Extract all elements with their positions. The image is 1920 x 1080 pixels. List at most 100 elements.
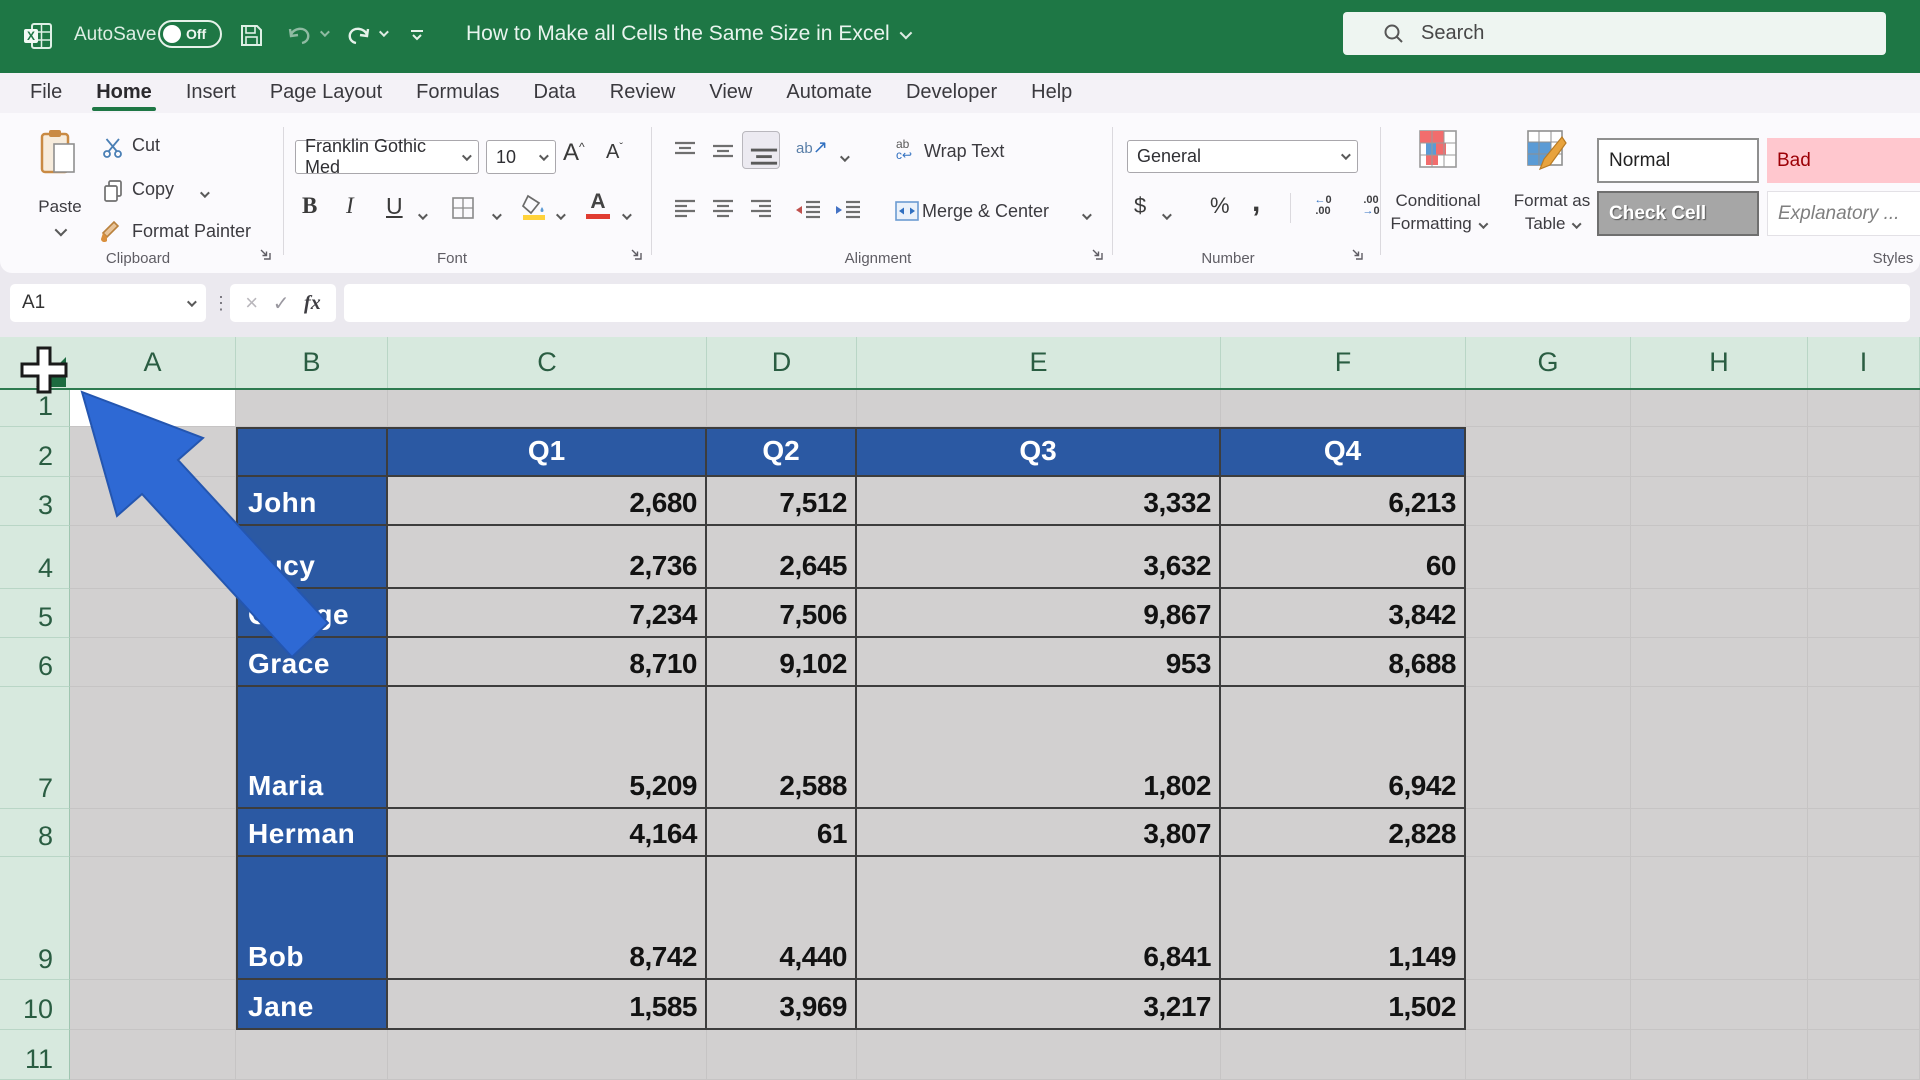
cell-I8[interactable] xyxy=(1808,809,1920,857)
cell-F8[interactable]: 2,828 xyxy=(1221,809,1466,857)
italic-button[interactable]: I xyxy=(346,193,354,219)
tab-insert[interactable]: Insert xyxy=(186,73,236,113)
cell-I7[interactable] xyxy=(1808,687,1920,809)
top-align-icon[interactable] xyxy=(672,139,698,168)
cell-A9[interactable] xyxy=(70,857,236,980)
cell-G9[interactable] xyxy=(1466,857,1631,980)
cell-D8[interactable]: 61 xyxy=(707,809,857,857)
cell-B8[interactable]: Herman xyxy=(236,809,388,857)
cell-E7[interactable]: 1,802 xyxy=(857,687,1221,809)
tab-help[interactable]: Help xyxy=(1031,73,1072,113)
underline-button[interactable]: U xyxy=(386,193,403,220)
column-header-B[interactable]: B xyxy=(236,337,388,388)
row-header-2[interactable]: 2 xyxy=(0,427,70,477)
cell-B5[interactable]: George xyxy=(236,589,388,638)
cell-C1[interactable] xyxy=(388,390,707,427)
tab-review[interactable]: Review xyxy=(610,73,676,113)
conditional-formatting-button[interactable]: Conditional Formatting xyxy=(1391,189,1489,235)
cell-F11[interactable] xyxy=(1221,1030,1466,1080)
cell-A5[interactable] xyxy=(70,589,236,638)
cell-D1[interactable] xyxy=(707,390,857,427)
cell-G2[interactable] xyxy=(1466,427,1631,477)
cell-D10[interactable]: 3,969 xyxy=(707,980,857,1030)
row-header-7[interactable]: 7 xyxy=(0,687,70,809)
conditional-formatting-icon[interactable] xyxy=(1418,129,1458,174)
cell-H2[interactable] xyxy=(1631,427,1808,477)
copy-label[interactable]: Copy xyxy=(132,179,174,200)
cell-C8[interactable]: 4,164 xyxy=(388,809,707,857)
cell-G8[interactable] xyxy=(1466,809,1631,857)
cell-A6[interactable] xyxy=(70,638,236,687)
row-header-9[interactable]: 9 xyxy=(0,857,70,980)
format-as-table-icon[interactable] xyxy=(1526,129,1568,176)
cell-G11[interactable] xyxy=(1466,1030,1631,1080)
font-size-combo[interactable]: 10 xyxy=(486,140,556,174)
cell-A3[interactable] xyxy=(70,477,236,526)
cell-I6[interactable] xyxy=(1808,638,1920,687)
row-header-4[interactable]: 4 xyxy=(0,526,70,589)
cell-H5[interactable] xyxy=(1631,589,1808,638)
middle-align-icon[interactable] xyxy=(710,139,736,168)
cell-I2[interactable] xyxy=(1808,427,1920,477)
quick-access-toolbar-icon[interactable] xyxy=(408,26,426,44)
cell-A2[interactable] xyxy=(70,427,236,477)
cell-E4[interactable]: 3,632 xyxy=(857,526,1221,589)
cell-B11[interactable] xyxy=(236,1030,388,1080)
increase-indent-icon[interactable] xyxy=(834,197,862,228)
cell-H7[interactable] xyxy=(1631,687,1808,809)
cell-D5[interactable]: 7,506 xyxy=(707,589,857,638)
formula-input[interactable] xyxy=(344,284,1910,322)
wrap-text-label[interactable]: Wrap Text xyxy=(924,141,1004,162)
autosave-toggle[interactable]: Off xyxy=(158,20,222,48)
cell-G1[interactable] xyxy=(1466,390,1631,427)
paste-button[interactable] xyxy=(38,128,80,181)
wrap-text-icon[interactable]: ab c↩ xyxy=(896,138,912,161)
cell-B6[interactable]: Grace xyxy=(236,638,388,687)
cell-style-explanatory[interactable]: Explanatory ... xyxy=(1767,191,1920,236)
cell-F1[interactable] xyxy=(1221,390,1466,427)
cancel-icon[interactable]: × xyxy=(245,290,258,316)
cell-C3[interactable]: 2,680 xyxy=(388,477,707,526)
merge-center-label[interactable]: Merge & Center xyxy=(922,201,1049,222)
number-dialog-launcher-icon[interactable] xyxy=(1350,247,1364,261)
cell-E9[interactable]: 6,841 xyxy=(857,857,1221,980)
cell-C10[interactable]: 1,585 xyxy=(388,980,707,1030)
cell-C6[interactable]: 8,710 xyxy=(388,638,707,687)
excel-logo-icon[interactable]: X xyxy=(22,20,54,52)
cell-I1[interactable] xyxy=(1808,390,1920,427)
column-header-E[interactable]: E xyxy=(857,337,1221,388)
bold-button[interactable]: B xyxy=(302,193,317,219)
cell-F5[interactable]: 3,842 xyxy=(1221,589,1466,638)
merge-center-icon[interactable] xyxy=(894,199,920,228)
cell-I5[interactable] xyxy=(1808,589,1920,638)
cell-B10[interactable]: Jane xyxy=(236,980,388,1030)
cell-E5[interactable]: 9,867 xyxy=(857,589,1221,638)
cell-C7[interactable]: 5,209 xyxy=(388,687,707,809)
underline-dropdown-icon[interactable] xyxy=(417,207,428,225)
cell-A4[interactable] xyxy=(70,526,236,589)
format-painter-icon[interactable] xyxy=(100,219,126,250)
enter-icon[interactable]: ✓ xyxy=(273,291,290,316)
redo-icon[interactable] xyxy=(344,22,372,48)
cell-A8[interactable] xyxy=(70,809,236,857)
cell-C2[interactable]: Q1 xyxy=(388,427,707,477)
cell-F7[interactable]: 6,942 xyxy=(1221,687,1466,809)
insert-function-icon[interactable]: fx xyxy=(304,292,321,315)
cell-B9[interactable]: Bob xyxy=(236,857,388,980)
tab-data[interactable]: Data xyxy=(534,73,576,113)
cell-C4[interactable]: 2,736 xyxy=(388,526,707,589)
row-header-10[interactable]: 10 xyxy=(0,980,70,1030)
cell-E11[interactable] xyxy=(857,1030,1221,1080)
alignment-dialog-launcher-icon[interactable] xyxy=(1090,247,1104,261)
format-as-table-button[interactable]: Format as Table xyxy=(1514,189,1591,235)
save-icon[interactable] xyxy=(238,22,265,49)
column-header-A[interactable]: A xyxy=(70,337,236,388)
tab-formulas[interactable]: Formulas xyxy=(416,73,499,113)
cell-G5[interactable] xyxy=(1466,589,1631,638)
tab-home[interactable]: Home xyxy=(92,73,156,113)
percent-style-button[interactable]: % xyxy=(1210,193,1230,219)
borders-icon[interactable] xyxy=(450,195,476,226)
fill-color-icon[interactable] xyxy=(520,193,548,226)
tab-automate[interactable]: Automate xyxy=(786,73,872,113)
copy-dropdown-icon[interactable] xyxy=(199,185,210,203)
